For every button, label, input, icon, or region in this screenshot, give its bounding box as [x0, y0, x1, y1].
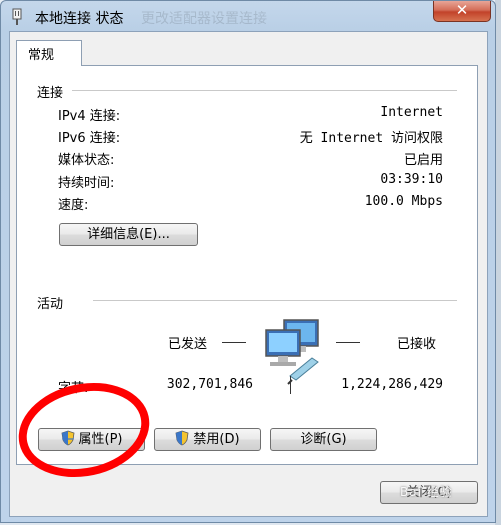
activity-group-label: 活动	[37, 293, 70, 312]
media-state-label: 媒体状态:	[58, 153, 115, 168]
ipv4-value: Internet	[380, 105, 443, 120]
disable-button[interactable]: 禁用(D)	[154, 428, 261, 451]
duration-value: 03:39:10	[380, 172, 443, 187]
activity-group-divider	[93, 300, 457, 302]
media-state-value: 已启用	[403, 153, 443, 168]
uac-shield-icon	[61, 430, 74, 446]
properties-button-label: 属性(P)	[78, 432, 123, 447]
window-close-button[interactable]: ✕	[433, 1, 491, 22]
close-button[interactable]: 关闭(C)	[380, 481, 478, 504]
tab-general[interactable]: 常规	[16, 40, 82, 66]
general-tab-panel	[16, 65, 478, 465]
bytes-label: 字节:	[58, 381, 89, 396]
close-icon: ✕	[455, 1, 469, 19]
speed-value: 100.0 Mbps	[364, 194, 443, 209]
connection-group-divider	[72, 90, 457, 92]
disable-button-label: 禁用(D)	[193, 432, 240, 447]
received-label: 已接收	[397, 337, 437, 352]
duration-label: 持续时间:	[58, 176, 115, 191]
window-title: 本地连接 状态	[35, 11, 124, 27]
background-window-title: 更改适配器设置连接	[141, 11, 267, 27]
ipv6-label: IPv6 连接:	[58, 131, 121, 146]
network-adapter-icon	[12, 8, 22, 25]
speed-label: 速度:	[58, 198, 89, 213]
ipv6-value: 无 Internet 访问权限	[299, 131, 443, 146]
bytes-received-value: 1,224,286,429	[341, 377, 443, 392]
diagnose-button[interactable]: 诊断(G)	[270, 428, 377, 451]
sent-dash	[222, 342, 246, 343]
connection-group-label: 连接	[37, 82, 70, 101]
received-dash	[336, 342, 360, 343]
details-button[interactable]: 详细信息(E)...	[59, 223, 198, 246]
properties-button[interactable]: 属性(P)	[38, 428, 145, 451]
network-computers-icon	[265, 319, 319, 385]
title-bar[interactable]: 本地连接 状态 更改适配器设置连接 ✕	[1, 1, 495, 35]
uac-shield-icon	[175, 430, 189, 446]
activity-separator	[290, 376, 291, 394]
bytes-sent-value: 302,701,846	[166, 377, 253, 392]
ipv4-label: IPv4 连接:	[58, 109, 121, 124]
sent-label: 已发送	[168, 337, 208, 352]
